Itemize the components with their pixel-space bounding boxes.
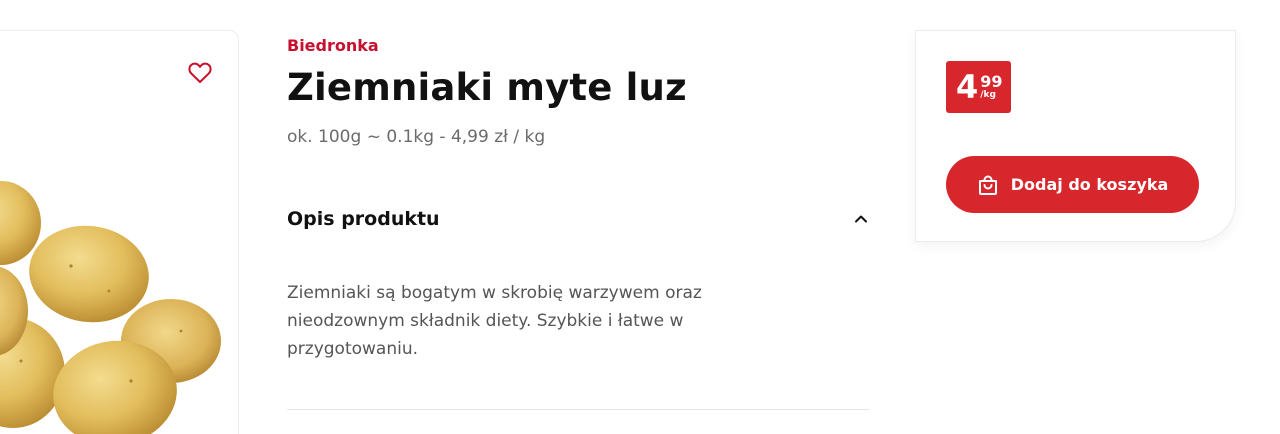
price-unit: /kg [980, 90, 996, 100]
heart-icon [188, 62, 212, 83]
add-to-cart-button[interactable]: Dodaj do koszyka [946, 156, 1199, 213]
favorite-button[interactable] [186, 59, 214, 87]
price-decimal: 99 [980, 72, 1003, 91]
description-toggle[interactable]: Opis produktu [287, 208, 869, 230]
brand-name: Biedronka [287, 36, 379, 55]
product-page: Biedronka Ziemniaki myte luz ok. 100g ~ … [0, 0, 1280, 434]
chevron-up-icon [855, 215, 867, 223]
price-badge: 4 99 /kg [946, 61, 1011, 113]
product-image [0, 181, 221, 434]
add-to-cart-label: Dodaj do koszyka [1010, 175, 1169, 194]
description-text: Ziemniaki są bogatym w skrobię warzywem … [287, 283, 702, 359]
product-image-card [0, 30, 239, 434]
shopping-bag-icon [978, 175, 997, 195]
price-card: 4 99 /kg Dodaj do koszyka [915, 30, 1236, 242]
price-fraction-group: 99 /kg [980, 74, 1002, 100]
price-integer: 4 [956, 68, 979, 106]
product-weight-info: ok. 100g ~ 0.1kg - 4,99 zł / kg [287, 127, 546, 147]
product-title: Ziemniaki myte luz [287, 66, 687, 109]
description-title: Opis produktu [287, 208, 440, 230]
divider [287, 409, 869, 410]
